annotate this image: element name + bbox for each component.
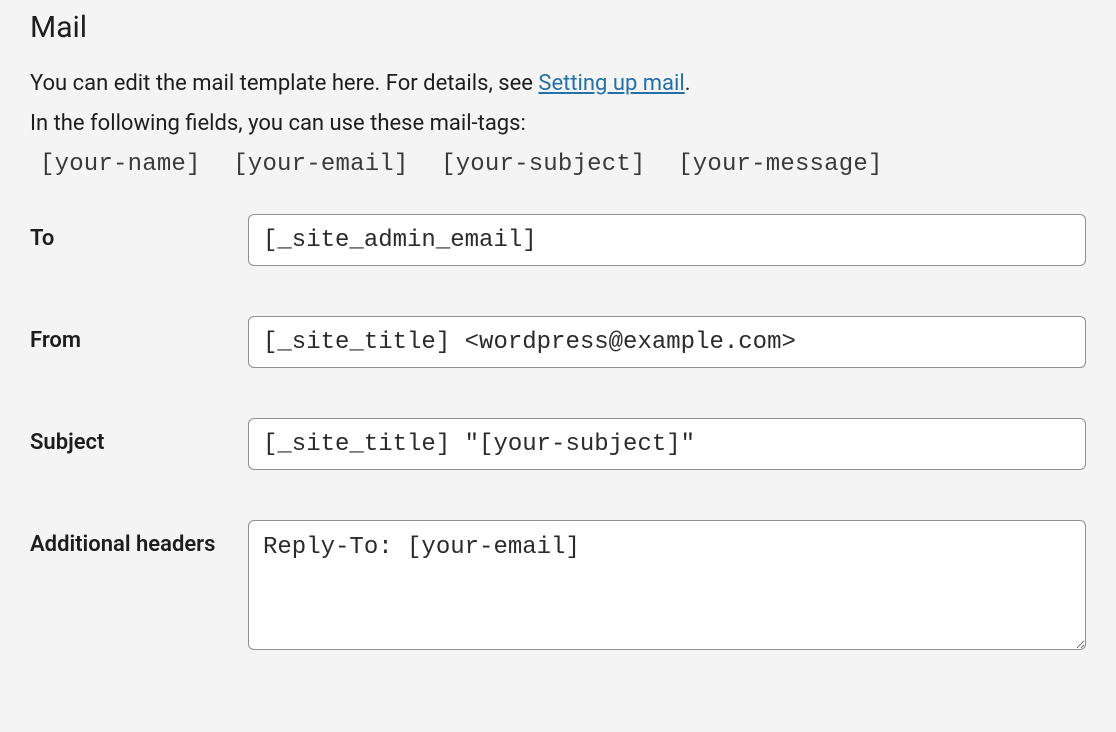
- intro-suffix: .: [685, 71, 691, 96]
- intro-text: You can edit the mail template here. For…: [30, 67, 1086, 101]
- section-title: Mail: [30, 10, 1086, 45]
- to-input[interactable]: [248, 214, 1086, 266]
- subject-input[interactable]: [248, 418, 1086, 470]
- intro-text-line2: In the following fields, you can use the…: [30, 107, 1086, 141]
- mail-settings-panel: Mail You can edit the mail template here…: [0, 10, 1116, 684]
- subject-row: Subject: [30, 418, 1086, 470]
- mail-tag-your-message: [your-message]: [678, 151, 882, 178]
- subject-label: Subject: [30, 418, 248, 455]
- to-label: To: [30, 214, 248, 251]
- intro-prefix: You can edit the mail template here. For…: [30, 71, 538, 96]
- mail-tag-your-subject: [your-subject]: [441, 151, 645, 178]
- to-row: To: [30, 214, 1086, 266]
- from-label: From: [30, 316, 248, 353]
- from-row: From: [30, 316, 1086, 368]
- mail-tags-list: [your-name] [your-email] [your-subject] …: [40, 151, 1086, 178]
- mail-tag-your-name: [your-name]: [40, 151, 201, 178]
- mail-tag-your-email: [your-email]: [233, 151, 408, 178]
- additional-headers-row: Additional headers: [30, 520, 1086, 654]
- additional-headers-textarea[interactable]: [248, 520, 1086, 650]
- from-input[interactable]: [248, 316, 1086, 368]
- setting-up-mail-link[interactable]: Setting up mail: [538, 71, 684, 96]
- additional-headers-label: Additional headers: [30, 520, 248, 557]
